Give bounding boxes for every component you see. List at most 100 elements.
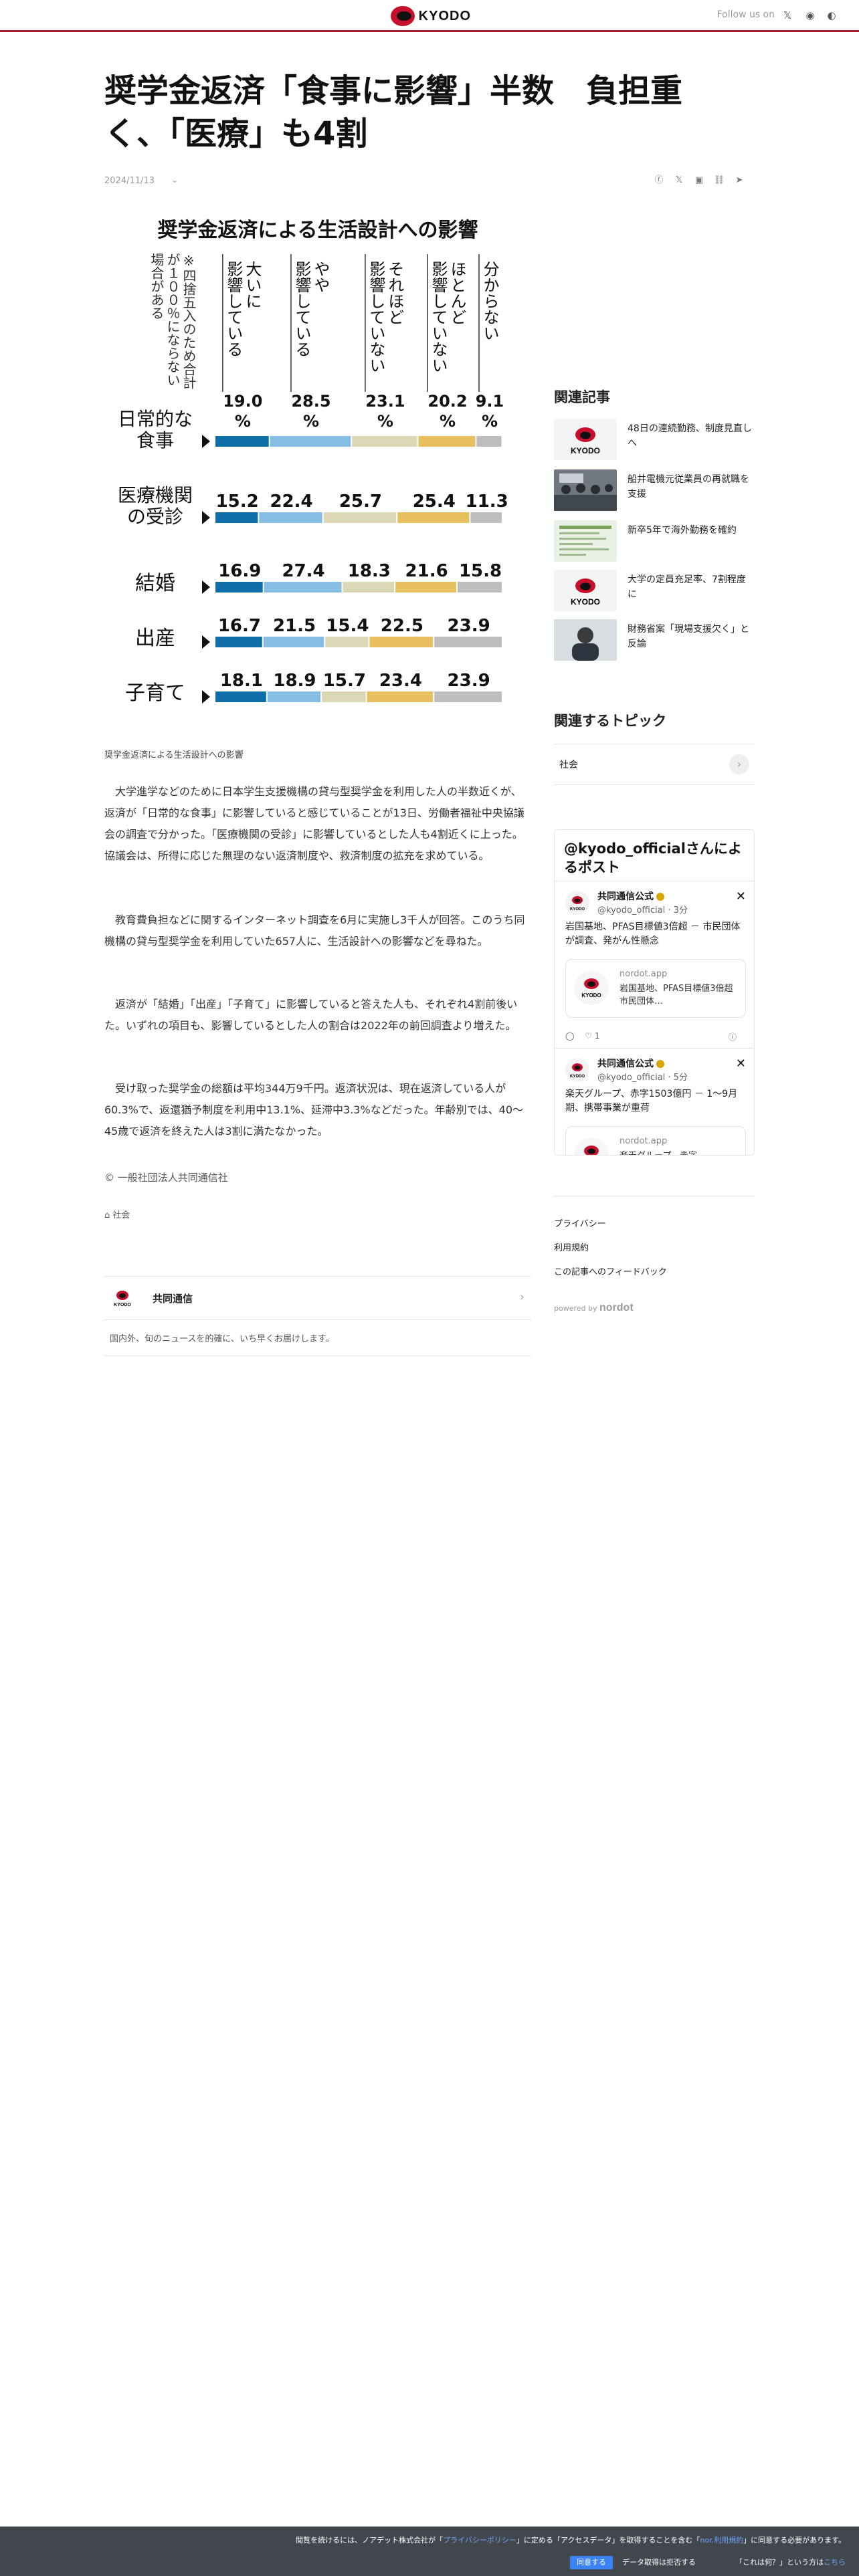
article-title: 奨学金返済「食事に影響」半数 負担重く、「医療」も4割 — [104, 72, 683, 152]
hatena-icon[interactable]: ▣ — [693, 175, 705, 187]
bar-segment — [434, 637, 502, 647]
send-icon[interactable]: ➤ — [733, 175, 745, 187]
category-label: 子育て — [125, 681, 185, 705]
what-is-this-link[interactable]: こちら — [824, 2558, 846, 2567]
card-title: 楽天グループ、赤字… — [619, 1150, 740, 1155]
related-title: 新卒5年で海外勤務を確約 — [628, 525, 737, 536]
related-article[interactable]: 財務省案「現場支援欠く」と反論 — [554, 619, 755, 663]
related-article[interactable]: 新卒5年で海外勤務を確約 — [554, 520, 755, 564]
related-heading: 関連記事 — [554, 389, 610, 405]
line-icon[interactable]: ◉ — [804, 9, 816, 21]
consent-text: 閲覧を続けるには、ノアデット株式会社が「プライバシーポリシー」に定める「アクセス… — [296, 2536, 846, 2545]
bar-segment — [215, 582, 263, 593]
privacy-policy-link[interactable]: プライバシーポリシー — [443, 2536, 516, 2545]
tag-link[interactable]: ⌂ 社会 — [104, 1208, 130, 1220]
tweet[interactable]: KYODO 共同通信公式 @kyodo_official · 3分 ✕ 岩国基地… — [555, 881, 754, 1048]
bar-segment — [476, 436, 502, 447]
bar-segment — [264, 582, 342, 593]
category-label: 食事 — [136, 429, 174, 451]
card-title: 岩国基地、PFAS目標値3倍超 市民団体… — [619, 984, 742, 1006]
x-icon[interactable]: 𝕏 — [673, 175, 685, 187]
stacked-bar-chart: 奨学金返済による生活設計への影響 ※四捨五入のため合計が１００％にならない場合があ… — [104, 211, 531, 742]
related-article[interactable]: KYODO 48日の連続勤務、制度見直しへ — [554, 419, 755, 463]
article-paragraph: 受け取った奨学金の総額は平均344万9千円。返済状況は、現在返済している人が60… — [104, 1082, 524, 1138]
svg-text:KYODO: KYODO — [570, 907, 585, 911]
terms-link[interactable]: nor.利用規約 — [700, 2536, 743, 2545]
consent-banner: 閲覧を続けるには、ノアデット株式会社が「プライバシーポリシー」に定める「アクセス… — [0, 2527, 859, 2576]
article-date: 2024/11/13 — [104, 176, 155, 186]
related-title: 財務省案「現場支援欠く」と反論 — [628, 624, 749, 649]
site-header: KYODO Follow us on 𝕏 ◉ ◐ — [0, 0, 859, 32]
bar-value-label: 18.9 — [273, 671, 316, 691]
image-caption: 奨学金返済による生活設計への影響 — [104, 750, 244, 760]
bar-segment — [395, 582, 457, 593]
kyodo-logo-icon: KYODO — [114, 1291, 131, 1307]
tweet-link-card[interactable]: KYODO nordot.app 岩国基地、PFAS目標値3倍超 市民団体… — [565, 959, 746, 1018]
related-article[interactable]: 船井電機元従業員の再就職を支援 — [554, 469, 755, 514]
x-icon[interactable]: ✕ — [736, 1057, 746, 1071]
link-icon[interactable]: ⛓ — [713, 175, 725, 187]
kyodo-logo-icon — [391, 6, 415, 26]
powered-by[interactable]: powered by nordot — [554, 1302, 634, 1314]
bar-segment — [352, 436, 417, 447]
tweet-actions: ◯ ♡ 1 ⓘ — [565, 1031, 737, 1042]
bar-value-label: 15.7 — [323, 671, 366, 691]
article-paragraph: 返済が「結婚」「出産」「子育て」に影響していると答えた人も、それぞれ4割前後いた… — [104, 998, 518, 1032]
twitter-embed: @kyodo_officialさんによるポスト KYODO 共同通信公式 @ky… — [554, 829, 755, 1156]
tweet-handle: @kyodo_official · 5分 — [597, 1073, 688, 1083]
chart-note: ※四捨五入のため合計 — [181, 253, 197, 389]
bar-segment — [325, 637, 369, 647]
article-image-chart: 奨学金返済による生活設計への影響 ※四捨五入のため合計 が１００％にならない 場合があ… — [104, 211, 531, 742]
tag-label: 社会 — [112, 1210, 130, 1220]
chevron-right-icon[interactable]: › — [520, 1290, 524, 1304]
x-icon[interactable]: ✕ — [736, 889, 746, 903]
series-header-label: 影響していない — [367, 261, 385, 373]
related-article[interactable]: KYODO 大学の定員充足率、7割程度に — [554, 570, 755, 614]
bar-value-label: 27.4 — [282, 561, 325, 581]
like-icon[interactable]: ♡ — [585, 1031, 592, 1041]
agree-button[interactable]: 同意する — [570, 2556, 613, 2569]
bar-value-label: 22.4 — [270, 492, 312, 512]
bar-segment — [418, 436, 476, 447]
tweet-author[interactable]: 共同通信公式 — [597, 889, 664, 903]
chart-note: が１００％にならない — [165, 253, 181, 387]
chevron-right-icon[interactable]: › — [729, 754, 749, 774]
chevron-down-icon[interactable]: ⌄ — [171, 175, 178, 185]
reply-icon[interactable]: ◯ — [565, 1031, 574, 1041]
feedback-link[interactable]: この記事へのフィードバック — [554, 1265, 667, 1277]
refuse-button[interactable]: データ取得は拒否する — [622, 2556, 696, 2569]
info-icon[interactable]: ⓘ — [729, 1031, 737, 1043]
bar-value-label: 11.3 — [466, 492, 508, 512]
tweet-text: 岩国基地、PFAS目標値3倍超 － 市民団体が調査、発がん性懸念 — [565, 922, 741, 946]
privacy-link[interactable]: プライバシー — [554, 1216, 606, 1229]
header-value-label: 23.1 — [365, 392, 405, 411]
bar-segment — [470, 512, 502, 523]
site-logo[interactable]: KYODO — [391, 5, 471, 27]
header-percent-label: % — [235, 412, 251, 431]
bar-segment — [215, 436, 269, 447]
svg-text:KYODO: KYODO — [581, 992, 601, 998]
divider — [104, 1319, 531, 1320]
tweet[interactable]: KYODO 共同通信公式 @kyodo_official · 5分 ✕ 楽天グル… — [555, 1048, 754, 1155]
header-value-label: 19.0 — [223, 392, 262, 411]
avatar: KYODO — [565, 891, 589, 915]
bar-value-label: 22.5 — [381, 616, 423, 636]
portrait-photo-thumbnail — [554, 619, 617, 661]
bar-value-label: 25.4 — [413, 492, 456, 512]
tweet-link-card[interactable]: nordot.app 楽天グループ、赤字… — [565, 1126, 746, 1155]
topics-heading: 関連するトピック — [554, 713, 666, 729]
x-icon[interactable]: 𝕏 — [781, 9, 793, 21]
nordot-icon[interactable]: ◐ — [826, 9, 838, 21]
tweet-author[interactable]: 共同通信公式 — [597, 1057, 664, 1070]
bar-segment — [367, 691, 434, 702]
topic-label: 社会 — [559, 760, 578, 770]
terms-link[interactable]: 利用規約 — [554, 1241, 589, 1253]
bar-segment — [270, 436, 351, 447]
topic-item[interactable]: 社会 › — [554, 744, 755, 785]
header-percent-label: % — [482, 412, 498, 431]
share-buttons: ⓕ 𝕏 ▣ ⛓ ➤ — [653, 175, 745, 187]
publisher-box[interactable]: KYODO 共同通信 › 国内外、旬のニュースを的確に、いち早くお届けします。 — [104, 1276, 531, 1356]
bar-segment — [323, 512, 397, 523]
facebook-icon[interactable]: ⓕ — [653, 175, 665, 187]
header-percent-label: % — [303, 412, 319, 431]
